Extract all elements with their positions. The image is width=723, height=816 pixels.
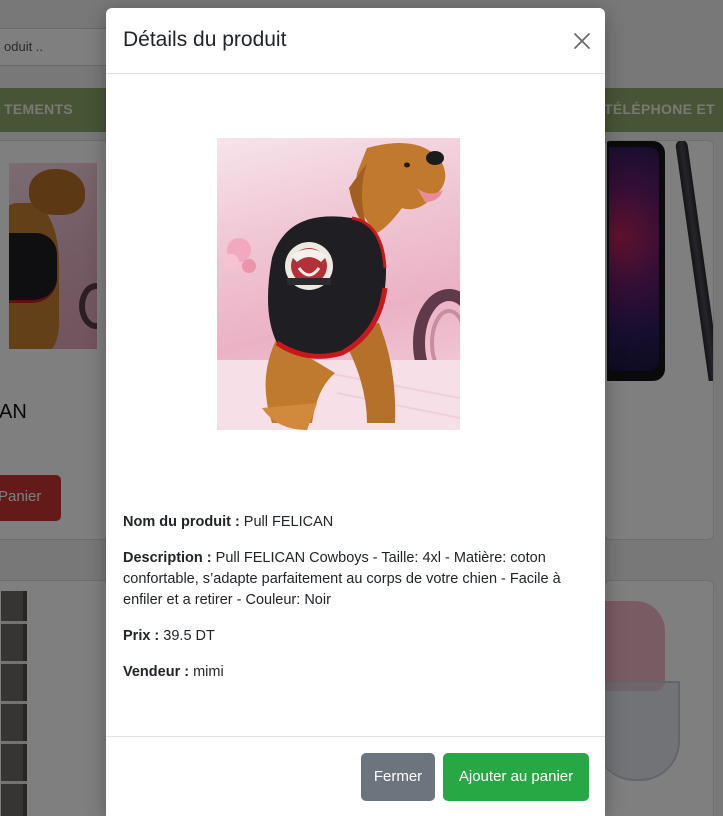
modal-footer: Fermer Ajouter au panier (106, 736, 605, 816)
product-name-row: Nom du produit : Pull FELICAN (123, 512, 589, 533)
product-price-value: 39.5 DT (159, 628, 215, 644)
modal-title: Détails du produit (123, 28, 287, 51)
product-image (217, 138, 460, 430)
close-button[interactable]: Fermer (361, 753, 435, 801)
modal-header: Détails du produit (106, 8, 605, 74)
close-icon[interactable] (568, 27, 596, 55)
product-price-label: Prix : (123, 628, 160, 644)
product-details: Nom du produit : Pull FELICAN Descriptio… (123, 512, 589, 698)
product-description-label: Description : (123, 550, 212, 566)
product-description-row: Description : Pull FELICAN Cowboys - Tai… (123, 548, 589, 611)
product-seller-value: mimi (189, 664, 224, 680)
add-to-cart-button[interactable]: Ajouter au panier (443, 753, 589, 801)
product-price-row: Prix : 39.5 DT (123, 626, 589, 647)
product-seller-label: Vendeur : (123, 664, 190, 680)
product-name-value: Pull FELICAN (239, 514, 334, 530)
product-seller-row: Vendeur : mimi (123, 662, 589, 683)
product-details-modal: Détails du produit Nom du produit: Pull… (106, 8, 605, 816)
product-name-label: Nom du produit : (123, 514, 240, 530)
